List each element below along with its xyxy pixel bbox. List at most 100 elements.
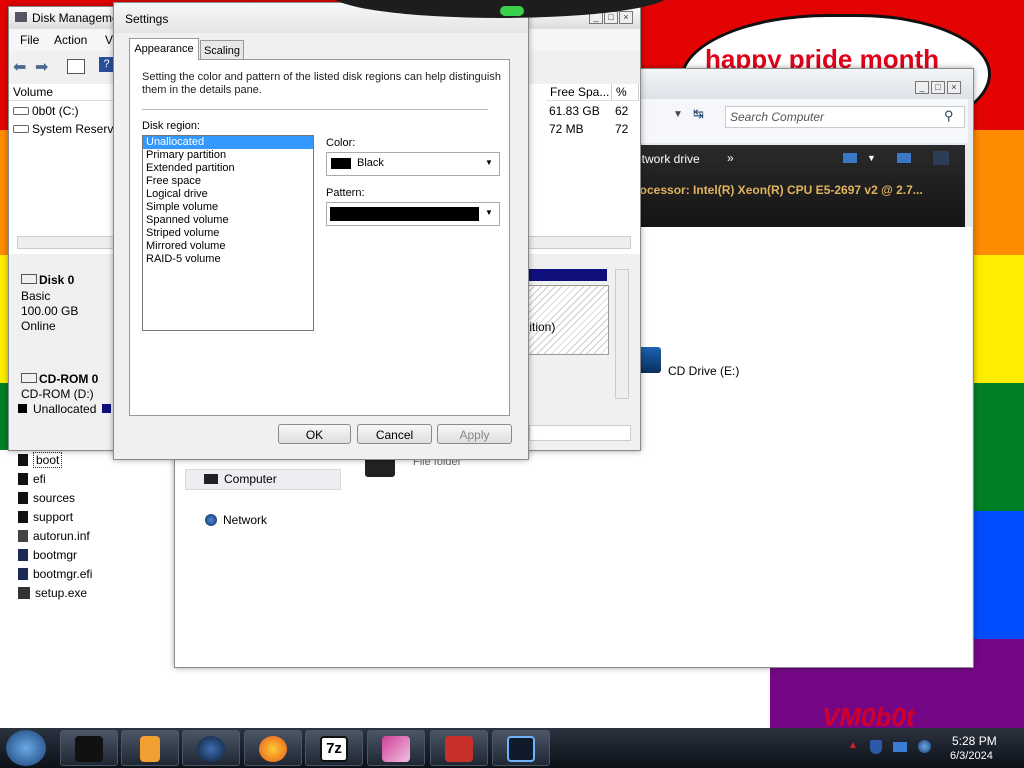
status-area xyxy=(529,425,631,441)
volume-row-system[interactable]: System Reserve xyxy=(13,122,120,136)
file-item-setup[interactable]: setup.exe xyxy=(18,585,87,601)
clock-time[interactable]: 5:28 PM xyxy=(952,734,997,748)
chevron-right-icon[interactable]: » xyxy=(727,151,734,165)
disk-region-label: Disk region: xyxy=(142,120,201,132)
color-label: Color: xyxy=(326,137,356,149)
volume-tray-icon[interactable] xyxy=(918,740,931,753)
disk0-name: Disk 0 xyxy=(21,273,74,287)
maximize-button[interactable]: □ xyxy=(931,81,945,94)
pct-system: 72 xyxy=(615,122,629,136)
nav-computer[interactable]: Computer xyxy=(185,469,341,490)
pattern-select[interactable]: ▼ xyxy=(326,202,500,226)
region-striped-volume[interactable]: Striped volume xyxy=(143,227,313,240)
taskbar-display[interactable] xyxy=(492,730,550,766)
column-percent[interactable]: % xyxy=(612,84,639,101)
ok-button[interactable]: OK xyxy=(278,424,351,444)
menu-action[interactable]: Action xyxy=(54,33,87,47)
start-button[interactable] xyxy=(6,730,46,766)
apply-button[interactable]: Apply xyxy=(437,424,512,444)
region-raid5-volume[interactable]: RAID-5 volume xyxy=(143,253,313,266)
file-item-bootmgr-efi[interactable]: bootmgr.efi xyxy=(18,566,92,582)
chevron-down-icon: ▼ xyxy=(485,208,493,217)
region-logical-drive[interactable]: Logical drive xyxy=(143,188,313,201)
nav-network[interactable]: Network xyxy=(223,513,267,527)
taskbar-paint[interactable] xyxy=(367,730,425,766)
column-volume[interactable]: Volume xyxy=(9,84,119,101)
file-item-boot[interactable]: boot xyxy=(18,452,63,468)
disk-mgmt-app-icon xyxy=(15,12,27,22)
help-icon[interactable]: ? xyxy=(99,57,114,72)
tab-scaling[interactable]: Scaling xyxy=(200,40,244,60)
disk-mgmt-maximize[interactable]: □ xyxy=(604,11,618,24)
map-network-drive-button[interactable]: etwork drive xyxy=(635,152,700,166)
legend-unallocated: Unallocated xyxy=(33,402,97,416)
computer-icon xyxy=(75,736,103,762)
drive-icon xyxy=(13,107,29,115)
pattern-label: Pattern: xyxy=(326,187,365,199)
cd-drive-label[interactable]: CD Drive (E:) xyxy=(668,364,739,378)
file-item-efi[interactable]: efi xyxy=(18,471,46,487)
file-item-autorun[interactable]: autorun.inf xyxy=(18,528,90,544)
search-box[interactable]: Search Computer ⚲ xyxy=(725,106,965,128)
taskbar-firefox[interactable] xyxy=(244,730,302,766)
menu-file[interactable]: File xyxy=(20,33,39,47)
view-icon[interactable] xyxy=(843,153,857,163)
file-item-sources[interactable]: sources xyxy=(18,490,75,506)
taskbar-media[interactable] xyxy=(121,730,179,766)
refresh-icon[interactable]: ↹ xyxy=(693,106,704,122)
search-placeholder: Search Computer xyxy=(730,110,825,124)
console-tree-icon[interactable] xyxy=(67,59,85,74)
tray-expand-icon[interactable]: ▲ xyxy=(848,740,858,751)
disk-region-list[interactable]: Unallocated Primary partition Extended p… xyxy=(142,135,314,331)
search-icon: ⚲ xyxy=(944,108,954,123)
taskbar-computer[interactable] xyxy=(60,730,118,766)
clock-date[interactable]: 6/3/2024 xyxy=(950,750,993,762)
region-primary-partition[interactable]: Primary partition xyxy=(143,149,313,162)
appearance-panel: Setting the color and pattern of the lis… xyxy=(129,59,510,416)
pattern-swatch xyxy=(330,207,479,221)
free-space-system: 72 MB xyxy=(549,122,584,136)
folder-icon xyxy=(18,511,28,523)
color-select[interactable]: Black ▼ xyxy=(326,152,500,176)
file-item-support[interactable]: support xyxy=(18,509,73,525)
taskbar-7zip[interactable]: 7z xyxy=(305,730,363,766)
file-icon xyxy=(18,530,28,542)
region-unallocated[interactable]: Unallocated xyxy=(143,136,313,149)
file-item-bootmgr[interactable]: bootmgr xyxy=(18,547,77,563)
network-tray-icon[interactable] xyxy=(893,742,907,752)
vertical-scrollbar[interactable] xyxy=(615,269,629,399)
security-shield-icon[interactable] xyxy=(870,740,882,754)
column-free-space[interactable]: Free Spa... xyxy=(546,84,612,101)
minimize-button[interactable]: _ xyxy=(915,81,929,94)
legend-primary-swatch xyxy=(102,404,111,413)
volume-row-c[interactable]: 0b0t (C:) xyxy=(13,104,79,118)
color-swatch xyxy=(331,158,351,169)
cancel-button[interactable]: Cancel xyxy=(357,424,432,444)
menu-view[interactable]: V xyxy=(105,33,113,47)
chevron-down-icon: ▼ xyxy=(485,158,493,167)
file-icon xyxy=(18,549,28,561)
back-icon[interactable]: ⬅ xyxy=(13,57,26,77)
help-icon[interactable] xyxy=(933,151,949,165)
dropdown-arrow-icon[interactable]: ▼ xyxy=(673,109,683,120)
forward-icon[interactable]: ➡ xyxy=(35,57,48,77)
region-simple-volume[interactable]: Simple volume xyxy=(143,201,313,214)
close-button[interactable]: × xyxy=(947,81,961,94)
region-spanned-volume[interactable]: Spanned volume xyxy=(143,214,313,227)
view-dropdown-icon[interactable]: ▼ xyxy=(867,153,876,163)
cdrom-drive: CD-ROM (D:) xyxy=(21,387,94,401)
region-free-space[interactable]: Free space xyxy=(143,175,313,188)
color-value: Black xyxy=(357,157,384,169)
pct-c: 62 xyxy=(615,104,629,118)
disk0-status: Online xyxy=(21,319,56,333)
tab-appearance[interactable]: Appearance xyxy=(129,38,199,60)
disk-icon xyxy=(21,274,37,284)
cdrom-name[interactable]: CD-ROM 0 xyxy=(21,372,98,386)
media-player-icon xyxy=(140,736,160,762)
taskbar-network[interactable] xyxy=(182,730,240,766)
region-mirrored-volume[interactable]: Mirrored volume xyxy=(143,240,313,253)
preview-pane-icon[interactable] xyxy=(897,153,911,163)
taskbar-toolbox[interactable] xyxy=(430,730,488,766)
region-extended-partition[interactable]: Extended partition xyxy=(143,162,313,175)
disk-mgmt-close[interactable]: × xyxy=(619,11,633,24)
